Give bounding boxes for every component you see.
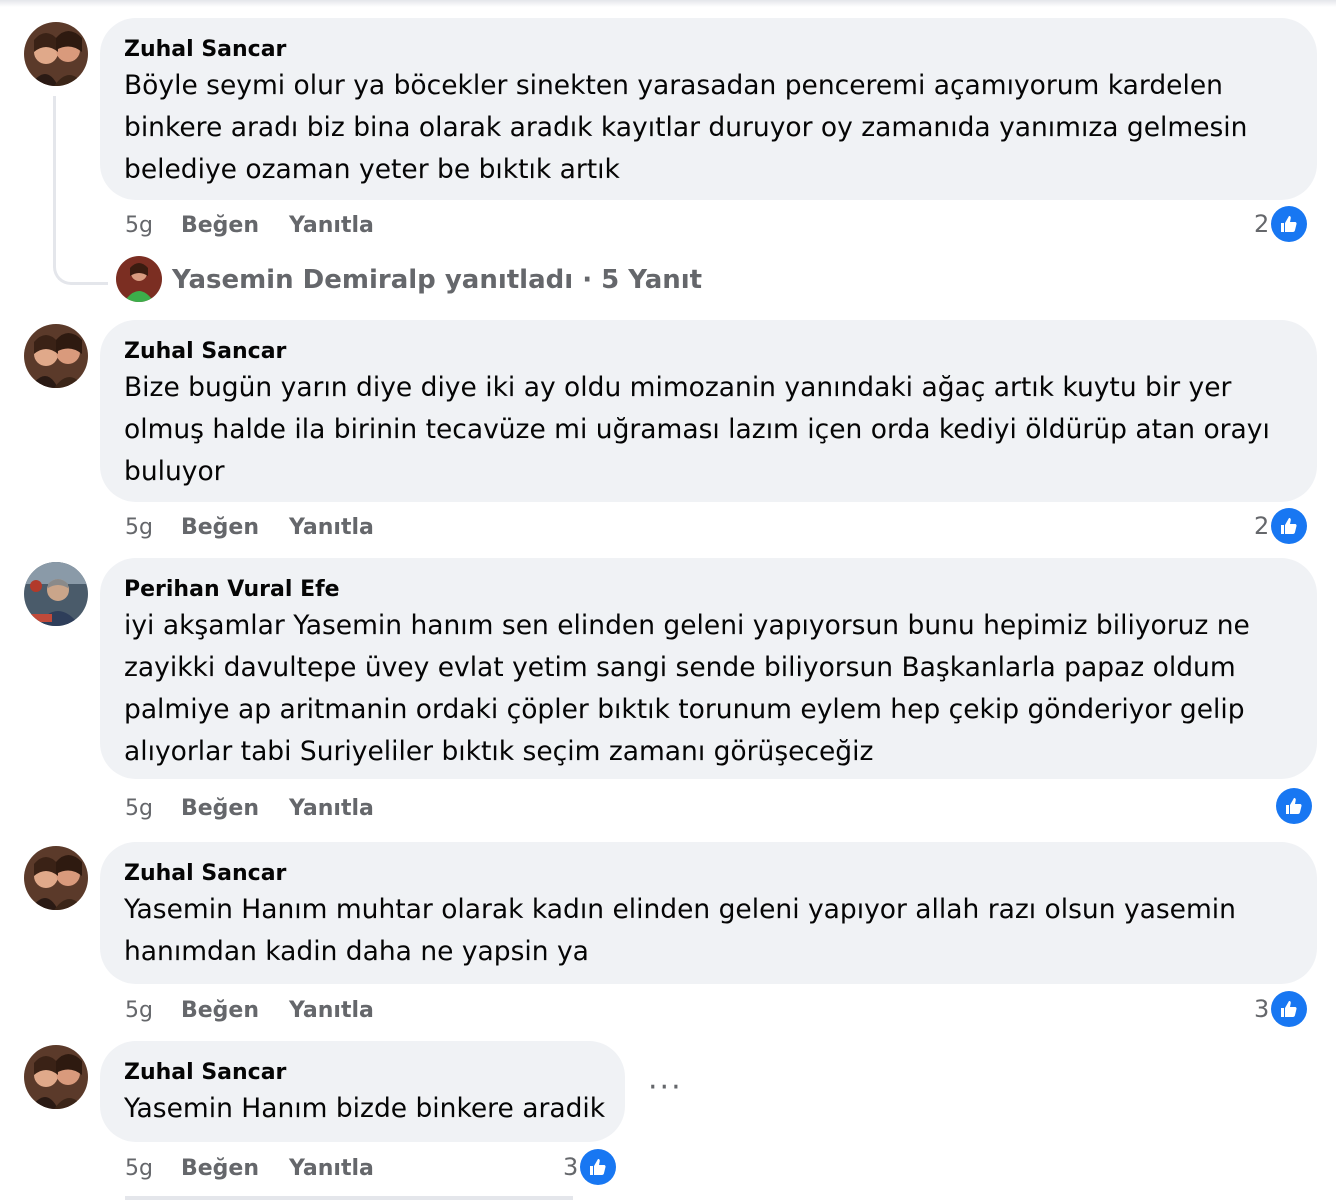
comment-text-line: zayikki davultepe üvey evlat yetim sangi… [124, 652, 1236, 683]
comment-actions: 5g Beğen Yanıtla [125, 1154, 374, 1184]
like-button[interactable]: Beğen [181, 998, 259, 1023]
comment-actions: 5g Beğen Yanıtla [125, 996, 374, 1026]
comment-actions: 5g Beğen Yanıtla [125, 513, 374, 543]
avatar[interactable] [24, 1045, 88, 1109]
comment-text-line: hanımdan kadin daha ne yapsin ya [124, 936, 589, 967]
divider [125, 1196, 573, 1200]
avatar[interactable] [24, 846, 88, 910]
thumbs-up-icon [580, 1149, 617, 1185]
comment-text-line: belediye ozaman yeter be bıktık artık [124, 154, 620, 185]
like-button[interactable]: Beğen [181, 1156, 259, 1181]
reply-button[interactable]: Yanıtla [289, 213, 374, 238]
comment-text-line: olmuş halde ila birinin tecavüze mi uğra… [124, 414, 1270, 445]
comment-timestamp[interactable]: 5g [125, 998, 153, 1023]
reply-button[interactable]: Yanıtla [289, 1156, 374, 1181]
reaction-count[interactable]: 3 [563, 1149, 617, 1185]
comment-text-line: binkere aradı biz bina olarak aradık kay… [124, 112, 1248, 143]
reply-button[interactable]: Yanıtla [289, 796, 374, 821]
comment-bubble: Zuhal Sancar Bize bugün yarın diye diye … [100, 320, 1317, 502]
reply-button[interactable]: Yanıtla [289, 515, 374, 540]
comment-text-line: Yasemin Hanım muhtar olarak kadın elinde… [124, 894, 1236, 925]
like-button[interactable]: Beğen [181, 796, 259, 821]
more-options-icon[interactable]: ··· [648, 1070, 683, 1105]
reaction-count[interactable]: 2 [1254, 206, 1308, 242]
comment-actions: 5g Beğen Yanıtla [125, 211, 374, 241]
comment-text-line: palmiye ap aritmanin ordaki çöpler bıktı… [124, 694, 1245, 725]
reaction-count[interactable] [1274, 788, 1312, 824]
avatar[interactable] [24, 324, 88, 388]
reply-button[interactable]: Yanıtla [289, 998, 374, 1023]
comment-text-line: iyi akşamlar Yasemin hanım sen elinden g… [124, 610, 1250, 641]
view-replies-link[interactable]: Yasemin Demiralp yanıtladı · 5 Yanıt [172, 263, 702, 297]
like-button[interactable]: Beğen [181, 515, 259, 540]
avatar[interactable] [24, 562, 88, 626]
comment-timestamp[interactable]: 5g [125, 796, 153, 821]
comment-actions: 5g Beğen Yanıtla [125, 794, 374, 824]
like-button[interactable]: Beğen [181, 213, 259, 238]
thumbs-up-icon [1271, 508, 1308, 544]
thumbs-up-icon [1276, 788, 1312, 824]
avatar[interactable] [24, 22, 88, 86]
comment-author[interactable]: Zuhal Sancar [124, 860, 1293, 888]
thread-connector [53, 96, 108, 285]
reaction-number: 3 [1254, 995, 1270, 1023]
comment-bubble: Zuhal Sancar Yasemin Hanım muhtar olarak… [100, 842, 1317, 984]
reaction-count[interactable]: 3 [1254, 991, 1308, 1027]
top-divider [0, 0, 1336, 7]
comment-author[interactable]: Perihan Vural Efe [124, 576, 1293, 604]
thumbs-up-icon [1271, 991, 1308, 1027]
comment-author[interactable]: Zuhal Sancar [124, 338, 1293, 366]
thumbs-up-icon [1271, 206, 1308, 242]
comment-text-line: Yasemin Hanım bizde binkere aradik [124, 1093, 606, 1124]
comment-timestamp[interactable]: 5g [125, 515, 153, 540]
reaction-number: 2 [1254, 210, 1270, 238]
avatar[interactable] [116, 256, 162, 302]
comment-text-line: Böyle seymi olur ya böcekler sinekten ya… [124, 70, 1223, 101]
comment-bubble: Zuhal Sancar Yasemin Hanım bizde binkere… [100, 1041, 625, 1142]
comment-author[interactable]: Zuhal Sancar [124, 1059, 601, 1087]
comment-text-line: Bize bugün yarın diye diye iki ay oldu m… [124, 372, 1232, 403]
reaction-count[interactable]: 2 [1254, 508, 1308, 544]
comment-author[interactable]: Zuhal Sancar [124, 36, 1293, 64]
comment-text-line: buluyor [124, 456, 225, 487]
comment-bubble: Zuhal Sancar Böyle seymi olur ya böcekle… [100, 18, 1317, 200]
reaction-number: 2 [1254, 512, 1270, 540]
comment-bubble: Perihan Vural Efe iyi akşamlar Yasemin h… [100, 558, 1317, 779]
comment-timestamp[interactable]: 5g [125, 1156, 153, 1181]
comment-text-line: alıyorlar tabi Suriyeliler bıktık seçim … [124, 736, 874, 767]
reaction-number: 3 [563, 1153, 579, 1181]
comment-timestamp[interactable]: 5g [125, 213, 153, 238]
